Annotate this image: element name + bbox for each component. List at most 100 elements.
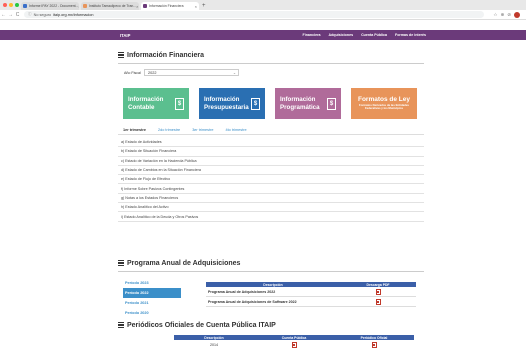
nav-link-formas[interactable]: Formas de interés	[395, 33, 426, 37]
new-tab-button[interactable]: +	[202, 2, 206, 10]
periodicos-table: Descripción Cuenta Pública Periódico Ofi…	[174, 335, 414, 349]
card-informacion-contable[interactable]: Información Contable $	[123, 88, 189, 119]
trimester-tabs: 1er trimestre 2do trimestre 3er trimestr…	[123, 128, 247, 132]
fiscal-year-select[interactable]: 2022 ⌄	[144, 69, 239, 76]
periodicos-header: Periódicos Oficiales de Cuenta Pública I…	[118, 320, 424, 330]
money-document-icon: $	[251, 98, 260, 110]
chevron-down-icon: ⌄	[232, 70, 236, 75]
row-year: 2014	[210, 342, 218, 347]
list-item[interactable]: e) Estado de Flujo de Efectivo	[118, 175, 424, 185]
period-item-2021[interactable]: Período 2021	[123, 298, 181, 308]
card-informacion-presupuestaria[interactable]: Información Presupuestaria $	[199, 88, 265, 119]
close-window-dot[interactable]	[3, 3, 7, 7]
info-icon[interactable]: ⓘ	[28, 12, 32, 17]
back-arrow-icon[interactable]: ←	[0, 12, 7, 18]
tab-favicon	[143, 4, 147, 8]
pdf-icon[interactable]	[371, 341, 377, 348]
adquisiciones-table: Descripción Descarga PDF Programa Anual …	[206, 282, 416, 307]
fiscal-year-value: 2022	[148, 70, 157, 75]
info-section-header: Información Financiera	[118, 50, 424, 64]
list-item[interactable]: i) Estado Analítico de la Deuda y Otros …	[118, 212, 424, 222]
list-icon	[118, 260, 124, 266]
section-title-text: Programa Anual de Adquisiciones	[127, 259, 241, 267]
fiscal-year-label: Año Fiscal	[124, 70, 141, 75]
privacy-icon[interactable]: ⊘	[507, 12, 511, 18]
window-controls	[3, 3, 19, 7]
site-nav-links: Financiera Adquisiciones Cuenta Pública …	[303, 33, 426, 37]
period-item-2020[interactable]: Período 2020	[123, 308, 181, 318]
list-item[interactable]: a) Estado de Actividades	[118, 138, 424, 148]
table-row: 2014	[174, 340, 414, 349]
nav-link-adquisiciones[interactable]: Adquisiciones	[329, 33, 354, 37]
page-title-text: Información Financiera	[127, 51, 205, 59]
profile-avatar[interactable]	[514, 11, 520, 18]
url-field[interactable]: ⓘ No seguro itaip.org.mx/informacion	[24, 11, 484, 18]
period-sidebar: Período 2023 Período 2022 Período 2021 P…	[123, 278, 181, 318]
card-title: Información Programática	[280, 96, 320, 111]
list-item[interactable]: f) Informe Sobre Pasivos Contingentes	[118, 184, 424, 194]
address-bar-row: ← → C ⓘ No seguro itaip.org.mx/informaci…	[0, 10, 526, 20]
url-host: itaip.org.mx/informacion	[53, 12, 94, 17]
row-description: Programa Anual de Adquisiciones 2022	[208, 289, 276, 294]
list-item[interactable]: h) Estado Analítico del Activo	[118, 203, 424, 213]
bookmark-star-icon[interactable]: ☆	[493, 12, 497, 18]
main-content: Información Financiera Año Fiscal 2022 ⌄…	[118, 50, 424, 222]
list-icon	[118, 52, 124, 58]
money-document-icon: $	[175, 98, 184, 110]
browser-tab-2[interactable]: Instituto Tamaulipeco de Tran... ×	[81, 2, 139, 10]
row-description: Programa Anual de Adquisiciones de Softw…	[208, 299, 297, 304]
list-icon	[118, 322, 124, 328]
list-item[interactable]: c) Estado de Variación en la Hacienda Pú…	[118, 157, 424, 166]
tab-4to-trimestre[interactable]: 4to trimestre	[226, 128, 247, 132]
tab-label: Instituto Tamaulipeco de Tran...	[89, 4, 137, 8]
divider	[118, 134, 424, 135]
list-item[interactable]: g) Notas a los Estados Financieros	[118, 194, 424, 204]
card-subtitle: Formatos Derivados de las Entidades Fede…	[359, 102, 409, 111]
pdf-icon[interactable]	[375, 298, 381, 305]
divider	[118, 271, 424, 272]
tab-favicon	[83, 4, 87, 8]
extensions-icon[interactable]: ⊕	[500, 12, 504, 18]
maximize-window-dot[interactable]	[15, 3, 19, 7]
card-title: Información Presupuestaria	[204, 96, 249, 111]
tab-close-icon[interactable]: ×	[136, 4, 138, 9]
pdf-icon[interactable]	[375, 288, 381, 295]
browser-tab-3[interactable]: Información Financiera ×	[141, 2, 199, 10]
tab-1er-trimestre[interactable]: 1er trimestre	[123, 128, 146, 132]
period-item-2023[interactable]: Período 2023	[123, 278, 181, 288]
nav-link-cuenta-publica[interactable]: Cuenta Pública	[361, 33, 387, 37]
tab-close-icon[interactable]: ×	[78, 4, 79, 9]
card-title: Información Contable	[128, 96, 164, 111]
period-item-2022[interactable]: Período 2022	[123, 288, 181, 298]
section-title-text: Periódicos Oficiales de Cuenta Pública I…	[127, 321, 276, 329]
tab-label: Información Financiera	[149, 4, 184, 8]
report-list: a) Estado de Actividades b) Estado de Si…	[118, 138, 424, 222]
section-title: Periódicos Oficiales de Cuenta Pública I…	[118, 320, 424, 330]
table-row: Programa Anual de Adquisiciones 2022	[206, 287, 416, 297]
browser-actions: ☆ ⊕ ⊘	[493, 11, 520, 18]
url-security-label: No seguro	[33, 12, 52, 17]
forward-arrow-icon[interactable]: →	[7, 12, 14, 18]
card-informacion-programatica[interactable]: Información Programática $	[275, 88, 341, 119]
browser-tab-1[interactable]: Informe IPAY 2022 - Document... ×	[21, 2, 79, 10]
table-row: Programa Anual de Adquisiciones de Softw…	[206, 297, 416, 307]
site-logo[interactable]: ITAIP	[120, 33, 130, 38]
tab-close-icon[interactable]: ×	[195, 4, 197, 9]
reload-icon[interactable]: C	[14, 12, 21, 18]
tab-3er-trimestre[interactable]: 3er trimestre	[192, 128, 213, 132]
tab-label: Informe IPAY 2022 - Document...	[29, 4, 79, 8]
tab-2do-trimestre[interactable]: 2do trimestre	[158, 128, 180, 132]
divider	[118, 63, 424, 64]
programa-anual-header: Programa Anual de Adquisiciones	[118, 258, 424, 272]
info-cards: Información Contable $ Información Presu…	[123, 88, 417, 119]
list-item[interactable]: b) Estado de Situación Financiera	[118, 147, 424, 157]
pdf-icon[interactable]	[291, 341, 297, 348]
fiscal-year-row: Año Fiscal 2022 ⌄	[124, 69, 239, 76]
nav-link-financiera[interactable]: Financiera	[303, 33, 321, 37]
list-item[interactable]: d) Estado de Cambios en la Situación Fin…	[118, 166, 424, 176]
section-title: Programa Anual de Adquisiciones	[118, 258, 424, 268]
card-formatos-de-ley[interactable]: Formatos de Ley Formatos Derivados de la…	[351, 88, 417, 119]
minimize-window-dot[interactable]	[9, 3, 13, 7]
site-navbar: ITAIP Financiera Adquisiciones Cuenta Pú…	[0, 30, 526, 40]
tab-favicon	[23, 4, 27, 8]
